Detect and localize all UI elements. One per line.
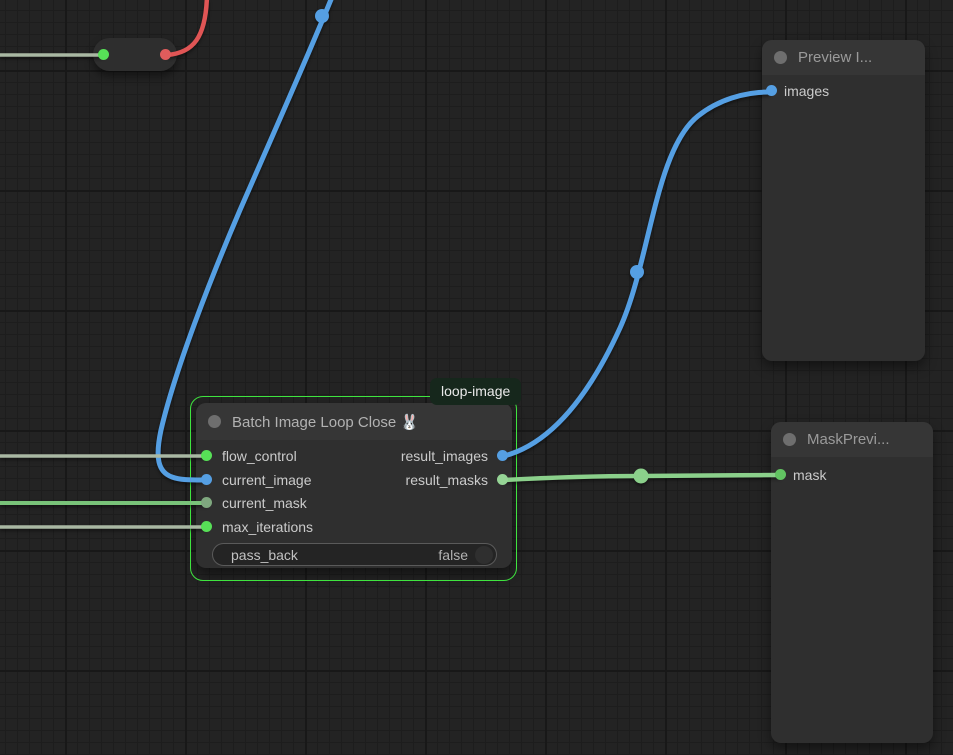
input-port-images[interactable] [766,85,777,96]
wire-result-images-to-images[interactable] [504,92,770,456]
reroute-input-dot[interactable] [98,49,109,60]
node-mask-preview[interactable]: MaskPrevi... mask [771,422,933,743]
link-midpoint-dot-blue-mid[interactable] [630,265,644,279]
input-port-mask[interactable] [775,469,786,480]
node-title-bar[interactable]: MaskPrevi... [771,422,933,457]
node-title: Preview I... [798,49,872,66]
collapsed-reroute-node[interactable] [93,38,177,71]
node-preview-image[interactable]: Preview I... images [762,40,925,361]
input-port-flow-control[interactable] [201,450,212,461]
link-midpoint-dot-blue-top[interactable] [315,9,329,23]
node-selection-outline [190,396,517,581]
collapse-dot-icon[interactable] [774,51,787,64]
output-port-result-masks[interactable] [497,474,508,485]
input-label-mask: mask [793,465,826,485]
input-port-current-mask[interactable] [201,497,212,508]
node-badge: loop-image [430,378,521,405]
collapse-dot-icon[interactable] [783,433,796,446]
wire-result-masks-to-mask[interactable] [504,475,781,480]
input-label-images: images [784,81,829,101]
link-midpoint-dot-green[interactable] [634,469,649,484]
input-port-max-iterations[interactable] [201,521,212,532]
node-title: MaskPrevi... [807,431,890,448]
input-port-current-image[interactable] [201,474,212,485]
node-graph-canvas[interactable]: { "colors": { "selection_outline": "#3fe… [0,0,953,755]
node-title-bar[interactable]: Preview I... [762,40,925,75]
reroute-output-dot[interactable] [160,49,171,60]
output-port-result-images[interactable] [497,450,508,461]
